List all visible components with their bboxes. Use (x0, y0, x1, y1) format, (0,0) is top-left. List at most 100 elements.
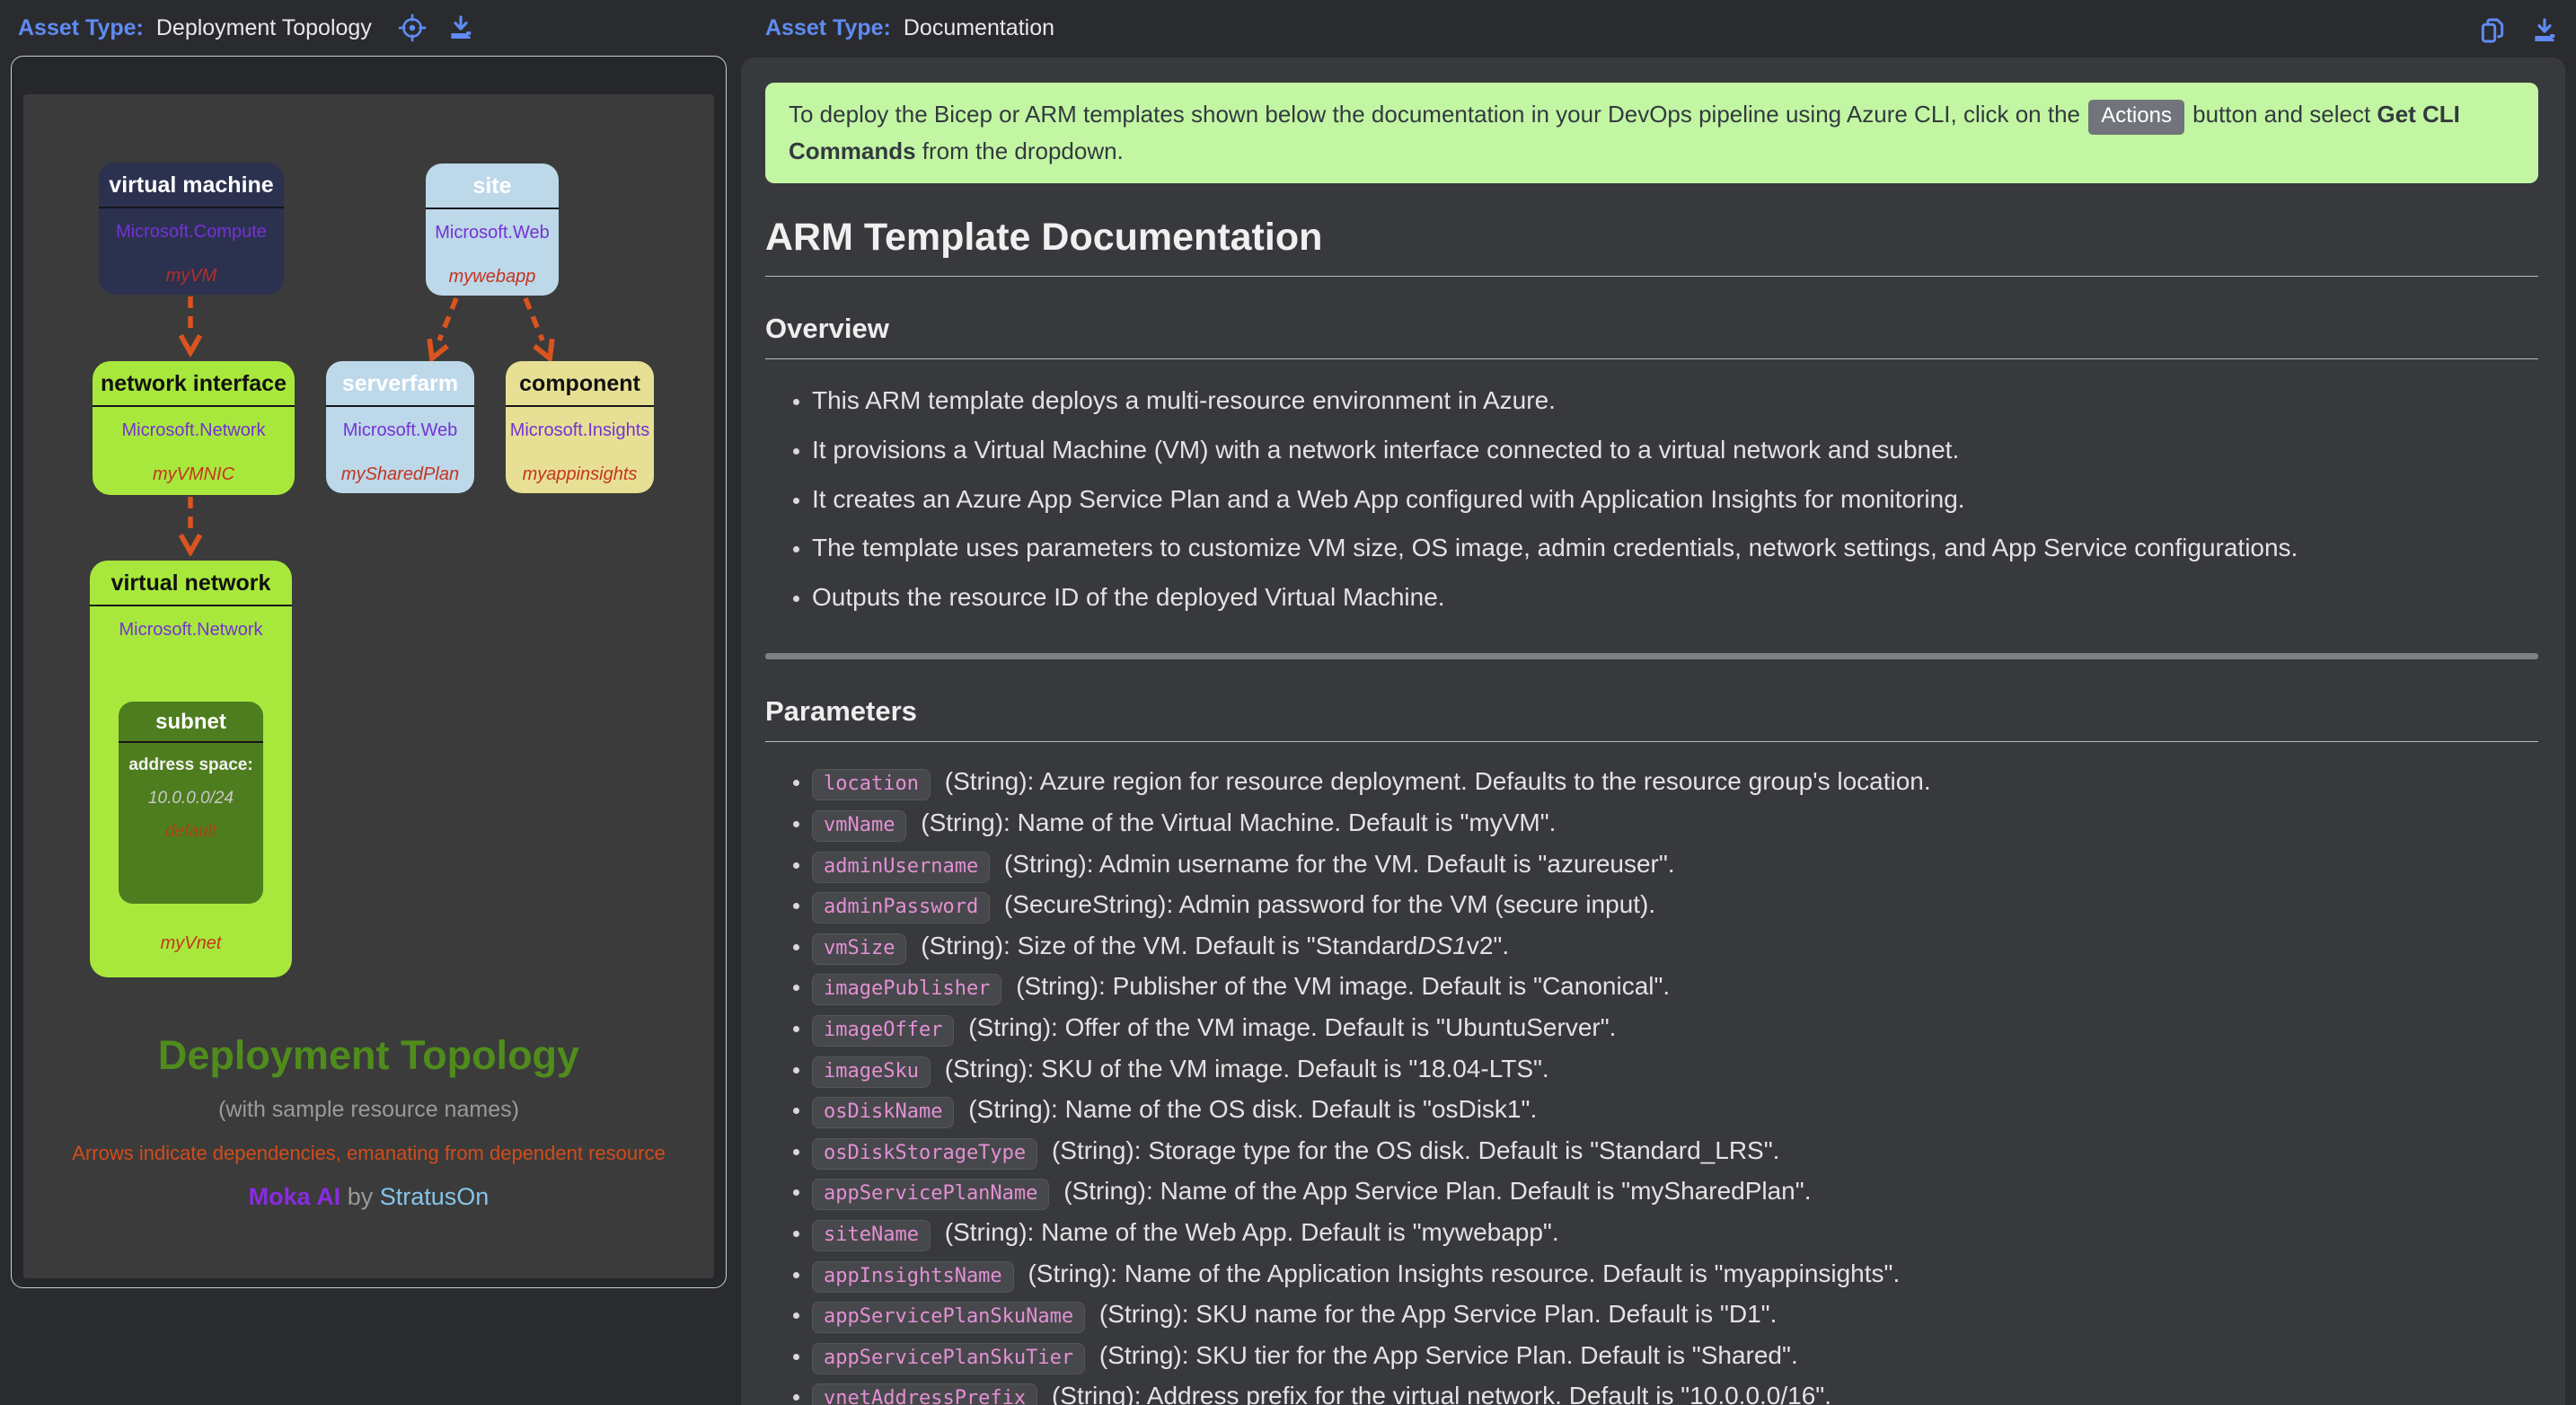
topology-arrows-note: Arrows indicate dependencies, emanating … (23, 1142, 714, 1165)
node-namespace: Microsoft.Compute (99, 222, 284, 243)
node-divider (426, 208, 559, 209)
parameter-name-badge: osDiskName (812, 1097, 954, 1128)
node-network-interface: network interface Microsoft.Network myVM… (93, 361, 295, 495)
parameter-name-badge: appInsightsName (812, 1261, 1014, 1293)
node-subnet: subnet address space: 10.0.0.0/24 defaul… (119, 702, 263, 904)
node-resource-name: myVMNIC (93, 464, 295, 485)
parameters-list: location (String): Azure region for reso… (765, 764, 2538, 1405)
parameter-name-badge: imageSku (812, 1056, 931, 1088)
parameter-description: (String): Name of the OS disk. Default i… (961, 1095, 1537, 1123)
node-virtual-network: virtual network Microsoft.Network subnet… (90, 561, 292, 977)
parameter-item: imageOffer (String): Offer of the VM ima… (812, 1010, 2538, 1047)
parameter-name-badge: imagePublisher (812, 974, 1001, 1005)
parameter-name-badge: vnetAddressPrefix (812, 1383, 1037, 1405)
parameter-item: appInsightsName (String): Name of the Ap… (812, 1256, 2538, 1293)
overview-bullet: This ARM template deploys a multi-resour… (812, 383, 2538, 420)
parameter-description: (String): Admin username for the VM. Def… (997, 850, 1674, 878)
parameter-item: imagePublisher (String): Publisher of th… (812, 968, 2538, 1005)
parameter-item: siteName (String): Name of the Web App. … (812, 1215, 2538, 1251)
overview-bullet: The template uses parameters to customiz… (812, 530, 2538, 567)
parameter-name-badge: osDiskStorageType (812, 1138, 1037, 1170)
parameter-item: osDiskStorageType (String): Storage type… (812, 1133, 2538, 1170)
topology-panel: virtual machine Microsoft.Compute myVM s… (11, 56, 727, 1288)
node-site: site Microsoft.Web mywebapp (426, 163, 559, 296)
parameter-description: (SecureString): Admin password for the V… (997, 890, 1655, 918)
node-namespace: Microsoft.Web (426, 223, 559, 243)
parameter-description: (String): Azure region for resource depl… (938, 767, 1931, 795)
node-resource-name: myappinsights (506, 464, 654, 485)
parameter-name-badge: appServicePlanSkuName (812, 1302, 1085, 1333)
parameter-name-badge: vmName (812, 810, 906, 842)
node-namespace: Microsoft.Network (93, 420, 295, 441)
parameter-name-badge: appServicePlanName (812, 1179, 1049, 1210)
node-virtual-machine: virtual machine Microsoft.Compute myVM (99, 163, 284, 295)
node-divider (90, 605, 292, 606)
parameter-item: adminUsername (String): Admin username f… (812, 846, 2538, 883)
topology-title: Deployment Topology (23, 1032, 714, 1079)
node-title: component (506, 361, 654, 405)
node-divider (93, 405, 295, 407)
parameter-item: imageSku (String): SKU of the VM image. … (812, 1051, 2538, 1088)
parameter-item: vmSize (String): Size of the VM. Default… (812, 928, 2538, 965)
parameters-heading: Parameters (765, 695, 2538, 742)
parameter-name-badge: adminUsername (812, 852, 990, 883)
parameter-description: (String): SKU tier for the App Service P… (1092, 1341, 1798, 1369)
parameter-name-badge: siteName (812, 1220, 931, 1251)
topology-credit: Moka AI by StratusOn (23, 1183, 714, 1211)
node-resource-name: myVnet (90, 933, 292, 954)
parameter-item: appServicePlanName (String): Name of the… (812, 1173, 2538, 1210)
parameter-item: location (String): Azure region for reso… (812, 764, 2538, 800)
actions-button-badge: Actions (2088, 100, 2184, 135)
node-title: network interface (93, 361, 295, 405)
parameter-name-badge: adminPassword (812, 892, 990, 923)
stratuson-link[interactable]: StratusOn (380, 1183, 490, 1210)
subnet-address-label: address space: (119, 756, 263, 775)
parameter-item: appServicePlanSkuTier (String): SKU tier… (812, 1338, 2538, 1374)
section-divider (765, 653, 2538, 659)
parameter-description: (String): Name of the Web App. Default i… (938, 1218, 1559, 1246)
parameter-item: vmName (String): Name of the Virtual Mac… (812, 805, 2538, 842)
parameter-item: adminPassword (SecureString): Admin pass… (812, 887, 2538, 923)
moka-ai-brand: Moka AI (249, 1183, 341, 1210)
download-topology-icon[interactable] (446, 13, 476, 43)
asset-type-label: Asset Type: (765, 15, 891, 41)
parameter-name-badge: appServicePlanSkuTier (812, 1343, 1085, 1374)
subnet-address-value: 10.0.0.0/24 (119, 789, 263, 809)
parameter-description: (String): Offer of the VM image. Default… (961, 1013, 1616, 1041)
parameter-name-badge: vmSize (812, 933, 906, 965)
overview-heading: Overview (765, 313, 2538, 359)
parameter-name-badge: location (812, 769, 931, 800)
node-divider (119, 741, 263, 743)
parameter-description: (String): Publisher of the VM image. Def… (1009, 972, 1670, 1000)
parameter-description: (String): Storage type for the OS disk. … (1045, 1136, 1779, 1164)
overview-bullet: It creates an Azure App Service Plan and… (812, 482, 2538, 518)
node-divider (326, 405, 474, 407)
asset-type-label: Asset Type: (18, 15, 144, 41)
parameter-description: (String): Name of the Virtual Machine. D… (913, 809, 1556, 836)
fit-view-icon[interactable] (397, 13, 428, 43)
node-resource-name: myVM (99, 266, 284, 287)
documentation-panel[interactable]: To deploy the Bicep or ARM templates sho… (741, 57, 2565, 1405)
parameter-description: (String): Name of the Application Insigh… (1021, 1259, 1901, 1287)
overview-list: This ARM template deploys a multi-resour… (765, 383, 2538, 615)
node-resource-name: mySharedPlan (326, 464, 474, 485)
node-title: virtual network (90, 561, 292, 605)
download-doc-icon[interactable] (2529, 15, 2560, 46)
left-panel-header: Asset Type: Deployment Topology (18, 0, 476, 56)
deploy-info-banner: To deploy the Bicep or ARM templates sho… (765, 83, 2538, 183)
menu-item-reference: Get CLI Commands (789, 101, 2460, 164)
doc-header-actions (2477, 5, 2560, 56)
node-serverfarm: serverfarm Microsoft.Web mySharedPlan (326, 361, 474, 493)
node-divider (506, 405, 654, 407)
node-title: virtual machine (99, 163, 284, 207)
node-resource-name: mywebapp (426, 267, 559, 287)
parameter-name-badge: imageOffer (812, 1015, 954, 1047)
subnet-resource-name: default (119, 822, 263, 842)
doc-title: ARM Template Documentation (765, 216, 2538, 277)
parameter-description: (String): SKU of the VM image. Default i… (938, 1055, 1549, 1082)
copy-icon[interactable] (2477, 15, 2508, 46)
node-component: component Microsoft.Insights myappinsigh… (506, 361, 654, 493)
parameter-item: osDiskName (String): Name of the OS disk… (812, 1091, 2538, 1128)
overview-bullet: Outputs the resource ID of the deployed … (812, 579, 2538, 616)
node-title: subnet (119, 702, 263, 741)
